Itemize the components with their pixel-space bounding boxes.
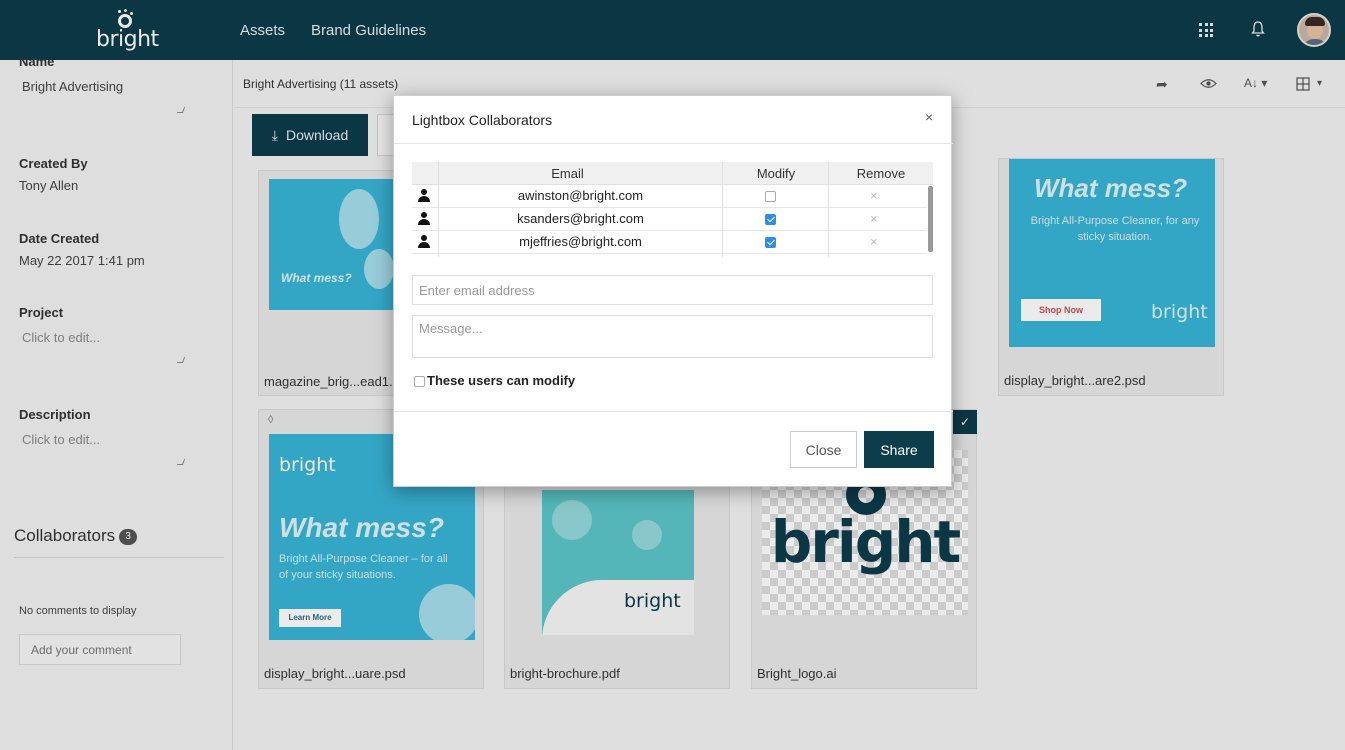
table-row: ksanders@bright.com × [412,208,927,231]
close-icon[interactable]: × [925,109,933,125]
remove-icon[interactable]: × [870,211,878,226]
user-icon [418,212,430,226]
collaborators-table: Email Modify Remove awinston@bright.com … [412,162,933,257]
column-remove: Remove [856,166,906,181]
share-button[interactable]: Share [864,431,934,468]
close-button[interactable]: Close [790,431,857,468]
column-email: Email [551,166,584,181]
users-can-modify-checkbox[interactable] [414,376,425,387]
table-header: Email Modify Remove [412,162,933,185]
message-input[interactable] [412,315,933,358]
email-address-input[interactable] [412,275,933,305]
collaborator-email: ksanders@bright.com [517,211,644,226]
divider [394,411,953,412]
table-row: mjeffries@bright.com × [412,231,927,254]
users-can-modify-label[interactable]: These users can modify [427,373,575,388]
modal-title: Lightbox Collaborators [412,112,553,128]
column-modify: Modify [756,166,796,181]
collaborator-email: mjeffries@bright.com [519,234,642,249]
lightbox-collaborators-modal: Lightbox Collaborators × Email Modify Re… [393,95,953,487]
user-icon [418,235,430,249]
collaborator-email: awinston@bright.com [517,188,644,203]
modify-checkbox[interactable] [765,237,776,248]
user-icon [418,189,430,203]
modify-checkbox[interactable] [765,214,776,225]
divider [394,143,953,144]
modify-checkbox[interactable] [765,191,776,202]
remove-icon[interactable]: × [870,188,878,203]
table-scrollbar[interactable] [928,186,933,252]
table-row: awinston@bright.com × [412,185,927,208]
remove-icon[interactable]: × [870,234,878,249]
